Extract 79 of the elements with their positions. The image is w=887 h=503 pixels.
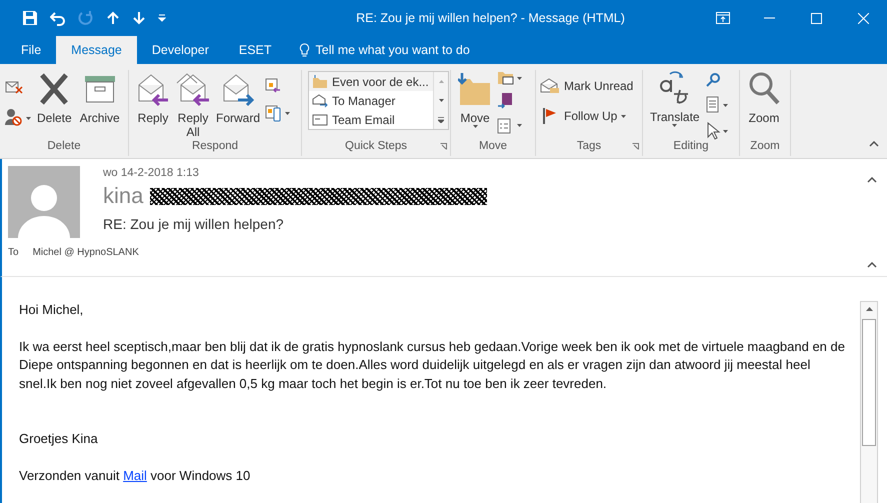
save-icon-drawing bbox=[22, 10, 38, 26]
down-arrow-drawing bbox=[132, 11, 146, 25]
up-arrow-icon[interactable] bbox=[106, 11, 120, 25]
save-icon[interactable] bbox=[22, 10, 38, 26]
sender-name: kina bbox=[103, 183, 144, 209]
open-envelope-icon bbox=[540, 78, 560, 94]
window-title: RE: Zou je mij willen helpen? - Message (HTML) bbox=[355, 11, 626, 25]
envelopes-arrow-icon bbox=[176, 71, 210, 107]
up-triangle-icon bbox=[438, 80, 444, 83]
envelope-icon bbox=[312, 112, 328, 126]
caret-icon bbox=[472, 125, 478, 128]
tell-me-field[interactable]: Tell me what you want to do bbox=[292, 36, 476, 64]
magnifier-icon bbox=[747, 71, 781, 107]
move-button[interactable]: Move bbox=[455, 70, 495, 133]
body-paragraph: Groetjes Kina bbox=[19, 430, 99, 448]
recipient-name[interactable]: Michel @ HypnoSLANK bbox=[32, 247, 139, 258]
group-label: Quick Steps bbox=[302, 140, 450, 156]
group-label: Delete bbox=[46, 140, 82, 154]
calendar-arrow-drawing bbox=[265, 78, 282, 94]
magnifier-drawing bbox=[704, 72, 721, 88]
message-date: wo 14-2-2018 1:13 bbox=[103, 167, 200, 179]
group-label: Zoom bbox=[749, 140, 781, 154]
to-label: To bbox=[8, 247, 19, 258]
mark-unread-button[interactable]: Mark Unread bbox=[540, 78, 634, 94]
ribbon-tab[interactable]: ESET bbox=[224, 36, 287, 64]
x-icon bbox=[38, 71, 70, 107]
minimize-icon bbox=[764, 17, 775, 19]
message-subject: RE: Zou je mij willen helpen? bbox=[103, 216, 285, 232]
collapse-ribbon-icon bbox=[869, 141, 879, 147]
group-label: Respond bbox=[190, 140, 240, 154]
dialog-launcher-icon bbox=[632, 143, 639, 150]
delete-button[interactable]: Delete bbox=[34, 70, 75, 126]
caret-icon bbox=[621, 114, 626, 118]
maximize-icon bbox=[811, 12, 822, 24]
scrollbar[interactable] bbox=[860, 301, 878, 503]
undo-arrow-icon bbox=[50, 10, 66, 26]
lightbulb-icon bbox=[298, 42, 310, 58]
customize-caret-drawing bbox=[158, 14, 166, 22]
quick-step-item[interactable]: Team Email bbox=[309, 110, 433, 129]
body-paragraph: Verzonden vanuit Mail voor Windows 10 bbox=[19, 466, 252, 484]
quick-step-item[interactable]: Even voor de ek... bbox=[309, 72, 433, 91]
up-arrow-drawing bbox=[106, 11, 120, 25]
body-paragraph: Ik wa eerst heel sceptisch,maar ben blij dat ik de gratis hypnoslank cursus heb gedaan.Vorige week ben ik ook met de virtuele maagband en de Diepe ontspanning begonnen en dat is heerlijk om te doen.Alles word duidelijk uitgelegd en als er vragen zijn dan atwoord jij meestal heel snel.Ik ben nog niet zoveel afgevallen 0,5 kg maar toch het begin is er.Tot nu toe ben ik zeer tevreden. bbox=[19, 338, 846, 393]
body-paragraph: Hoi Michel, bbox=[19, 301, 84, 319]
mail-link[interactable]: Mail bbox=[123, 468, 147, 482]
group-label: Editing bbox=[672, 140, 710, 154]
dialog-launcher-icon bbox=[440, 143, 447, 150]
down-triangle-icon bbox=[438, 99, 444, 102]
envelope-arrow-icon bbox=[312, 94, 328, 108]
customize-icon[interactable] bbox=[158, 14, 166, 22]
ribbon-tab[interactable]: File bbox=[6, 36, 56, 64]
close-icon bbox=[858, 12, 869, 24]
folder-arrow-icon bbox=[458, 71, 492, 107]
reply-button[interactable]: Reply bbox=[133, 70, 173, 126]
down-arrow-icon[interactable] bbox=[132, 11, 146, 25]
forward-button[interactable]: Forward bbox=[213, 70, 264, 126]
ribbon-tab[interactable]: Message bbox=[56, 36, 137, 64]
expand-icon bbox=[438, 116, 444, 122]
zoom-button[interactable]: Zoom bbox=[744, 70, 784, 126]
avatar-placeholder bbox=[8, 166, 80, 238]
ribbon-display-icon bbox=[716, 12, 730, 24]
caret-icon bbox=[672, 124, 678, 127]
folder-icon bbox=[312, 74, 328, 88]
undo-icon[interactable] bbox=[50, 10, 66, 26]
group-label: Tags bbox=[536, 140, 642, 156]
archive-button[interactable]: Archive bbox=[76, 70, 123, 126]
scrollbar-thumb[interactable] bbox=[862, 319, 876, 446]
follow-up-button[interactable]: Follow Up bbox=[540, 108, 634, 124]
note-arrow-drawing bbox=[497, 92, 513, 110]
redo-arrow-icon bbox=[78, 10, 94, 26]
ribbon-tab[interactable]: Developer bbox=[136, 36, 224, 64]
translate-button[interactable]: Translate bbox=[647, 70, 703, 132]
collapse-icon bbox=[867, 262, 877, 268]
quick-step-item[interactable]: To Manager bbox=[309, 91, 433, 110]
up-triangle-icon bbox=[866, 307, 872, 311]
collapse-icon bbox=[867, 177, 877, 183]
reply-all-button[interactable]: Reply All bbox=[175, 70, 211, 140]
expand-button[interactable] bbox=[434, 110, 448, 129]
group-label: Move bbox=[478, 140, 508, 154]
